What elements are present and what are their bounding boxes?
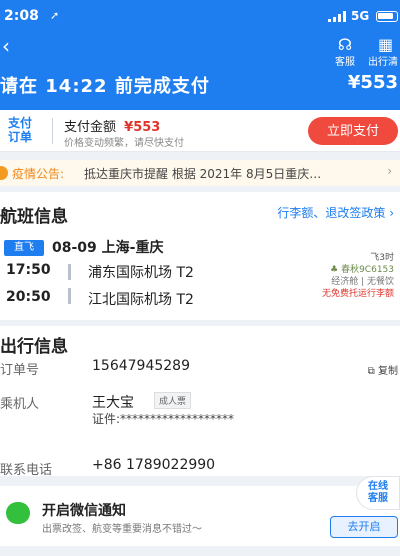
timeline-line bbox=[68, 264, 71, 280]
customer-service-button[interactable]: ☊ 客服 bbox=[324, 36, 366, 68]
baggage-policy-link[interactable]: 行李额、退改签政策 › bbox=[277, 204, 394, 221]
arrive-airport: 江北国际机场 T2 bbox=[88, 292, 194, 308]
epidemic-notice[interactable]: 疫情公告: 抵达重庆市提醒 根据 2021年 8月5日重庆… › bbox=[0, 160, 400, 186]
notice-icon bbox=[0, 166, 8, 180]
header: 2:08 ➚ 5G ‹ ☊ 客服 ▦ 出行清 请在 14:22 前完成支付 ¥5… bbox=[0, 0, 400, 110]
pay-now-button[interactable]: 立即支付 bbox=[308, 117, 398, 145]
direct-flight-badge: 直飞 bbox=[4, 240, 44, 256]
travel-section-title: 出行信息 bbox=[0, 337, 68, 357]
online-service-button[interactable]: 在线 客服 bbox=[356, 476, 400, 510]
guide-icon: ▦ bbox=[378, 35, 394, 54]
location-arrow-icon: ➚ bbox=[50, 9, 60, 22]
notice-text: 抵达重庆市提醒 根据 2021年 8月5日重庆… bbox=[84, 167, 322, 181]
payment-amount: 支付金额 ¥553 bbox=[64, 116, 160, 135]
payment-badge-line2: 订单 bbox=[7, 130, 32, 144]
headset-icon: ☊ bbox=[337, 35, 353, 54]
payment-order-badge: 支付 订单 bbox=[0, 114, 40, 147]
depart-time: 17:50 bbox=[6, 262, 51, 278]
header-amount: ¥553 bbox=[347, 72, 398, 93]
passenger-id: 证件:******************* bbox=[92, 412, 235, 426]
travel-guide-label: 出行清 bbox=[368, 57, 398, 68]
copy-icon: ⧉ bbox=[367, 366, 375, 377]
network-type: 5G bbox=[351, 9, 370, 23]
chevron-right-icon: › bbox=[387, 164, 392, 178]
wechat-icon bbox=[6, 502, 30, 524]
payment-amount-label: 支付金额 bbox=[64, 120, 117, 135]
copy-label: 复制 bbox=[378, 366, 398, 377]
wechat-notify-card: 开启微信通知 出票改签、航变等重要消息不错过～ 去开启 bbox=[0, 486, 400, 546]
payment-price: ¥553 bbox=[124, 120, 161, 135]
passenger-label: 乘机人 bbox=[0, 397, 40, 412]
back-icon[interactable]: ‹ bbox=[2, 34, 10, 58]
ticket-type-badge: 成人票 bbox=[154, 392, 192, 409]
wechat-notify-subtitle: 出票改签、航变等重要消息不错过～ bbox=[42, 524, 202, 535]
flight-section-title: 航班信息 bbox=[0, 207, 68, 227]
enable-notify-button[interactable]: 去开启 bbox=[330, 516, 398, 538]
notice-label: 疫情公告: bbox=[12, 167, 65, 181]
flight-info-card: 航班信息 行李额、退改签政策 › 直飞 08-09 上海-重庆 17:50 20… bbox=[0, 192, 400, 320]
travel-guide-button[interactable]: ▦ 出行清 bbox=[368, 36, 400, 68]
online-service-line2: 客服 bbox=[368, 493, 388, 504]
wechat-notify-title: 开启微信通知 bbox=[42, 503, 126, 519]
status-bar: 2:08 ➚ 5G bbox=[0, 4, 400, 26]
status-time: 2:08 bbox=[4, 8, 39, 24]
passenger-name: 王大宝 bbox=[92, 395, 134, 411]
contact-phone: +86 1789022990 bbox=[92, 457, 216, 473]
customer-service-label: 客服 bbox=[335, 57, 355, 68]
order-number-label: 订单号 bbox=[0, 363, 40, 378]
battery-icon bbox=[376, 11, 398, 22]
signal-icon bbox=[328, 11, 346, 22]
copy-button[interactable]: ⧉ 复制 bbox=[368, 362, 398, 377]
contact-phone-label: 联系电话 bbox=[0, 463, 53, 478]
arrive-time: 20:50 bbox=[6, 289, 51, 305]
payment-badge-line1: 支付 bbox=[7, 116, 32, 130]
order-number: 15647945289 bbox=[92, 358, 190, 374]
divider bbox=[52, 118, 53, 144]
flight-route: 08-09 上海-重庆 bbox=[52, 240, 164, 256]
timeline-line bbox=[68, 288, 71, 304]
payment-hint: 价格变动频繁，请尽快支付 bbox=[64, 138, 184, 149]
pay-deadline-title: 请在 14:22 前完成支付 bbox=[0, 76, 210, 97]
travel-info-card: 出行信息 订单号 15647945289 ⧉ 复制 乘机人 王大宝 成人票 证件… bbox=[0, 326, 400, 478]
payment-card: 支付 订单 支付金额 ¥553 价格变动频繁，请尽快支付 立即支付 bbox=[0, 110, 400, 152]
depart-airport: 浦东国际机场 T2 bbox=[88, 265, 194, 281]
baggage-allowance: 无免费托运行李额 bbox=[321, 289, 394, 299]
online-service-line1: 在线 bbox=[368, 481, 388, 492]
